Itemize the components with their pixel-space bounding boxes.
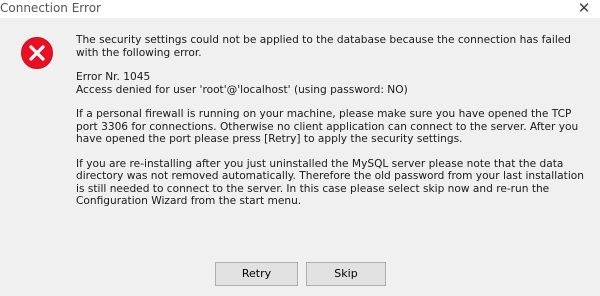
error-message: The security settings could not be appli… xyxy=(76,34,586,220)
retry-button[interactable]: Retry xyxy=(215,262,298,286)
message-paragraph-error: Error Nr. 1045 Access denied for user 'r… xyxy=(76,71,408,96)
skip-button[interactable]: Skip xyxy=(306,262,386,286)
message-paragraph-reinstall: If you are re-installing after you just … xyxy=(76,157,584,208)
connection-error-dialog: Connection Error ✕ The security settings… xyxy=(0,0,600,296)
error-icon xyxy=(21,37,53,69)
message-paragraph-intro: The security settings could not be appli… xyxy=(76,34,572,59)
window-title: Connection Error xyxy=(0,1,101,15)
message-paragraph-firewall: If a personal firewall is running on you… xyxy=(76,108,579,145)
title-bar: Connection Error ✕ xyxy=(0,0,600,18)
close-icon[interactable]: ✕ xyxy=(576,0,592,16)
